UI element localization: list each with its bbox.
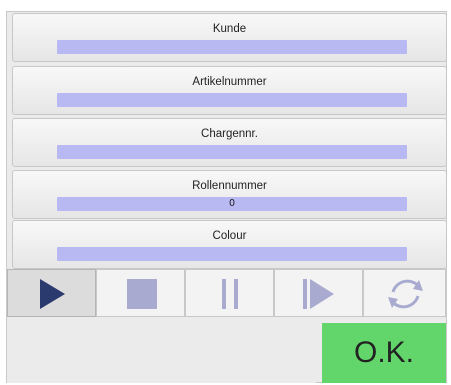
field-value[interactable] <box>57 40 407 54</box>
field-value[interactable] <box>57 247 407 261</box>
status-area <box>7 317 316 383</box>
field-colour[interactable]: Colour <box>12 220 447 269</box>
field-value[interactable] <box>57 145 407 159</box>
pause-button[interactable] <box>185 269 274 317</box>
field-label: Chargennr. <box>201 128 258 140</box>
field-value[interactable]: 0 <box>57 197 407 211</box>
field-label: Kunde <box>212 23 247 35</box>
field-value[interactable] <box>57 93 407 107</box>
field-rollennummer[interactable]: Rollennummer 0 <box>12 170 447 219</box>
field-artikelnummer[interactable]: Artikelnummer <box>12 66 447 115</box>
play-button[interactable] <box>7 269 96 317</box>
pause-icon <box>222 279 238 309</box>
field-label: Colour <box>212 230 247 242</box>
refresh-icon <box>388 279 423 309</box>
refresh-button[interactable] <box>363 269 446 317</box>
step-forward-button[interactable] <box>274 269 363 317</box>
field-label: Rollennummer <box>192 180 267 192</box>
field-chargennr[interactable]: Chargennr. <box>12 118 447 167</box>
form-panel: Kunde Artikelnummer Chargennr. Rollennum… <box>6 11 447 383</box>
stop-icon <box>127 279 157 309</box>
field-kunde[interactable]: Kunde <box>12 13 447 62</box>
ok-button[interactable]: O.K. <box>322 323 446 383</box>
play-icon <box>40 279 65 309</box>
stop-button[interactable] <box>96 269 185 317</box>
field-label: Artikelnummer <box>192 76 267 88</box>
step-forward-icon <box>303 279 334 309</box>
